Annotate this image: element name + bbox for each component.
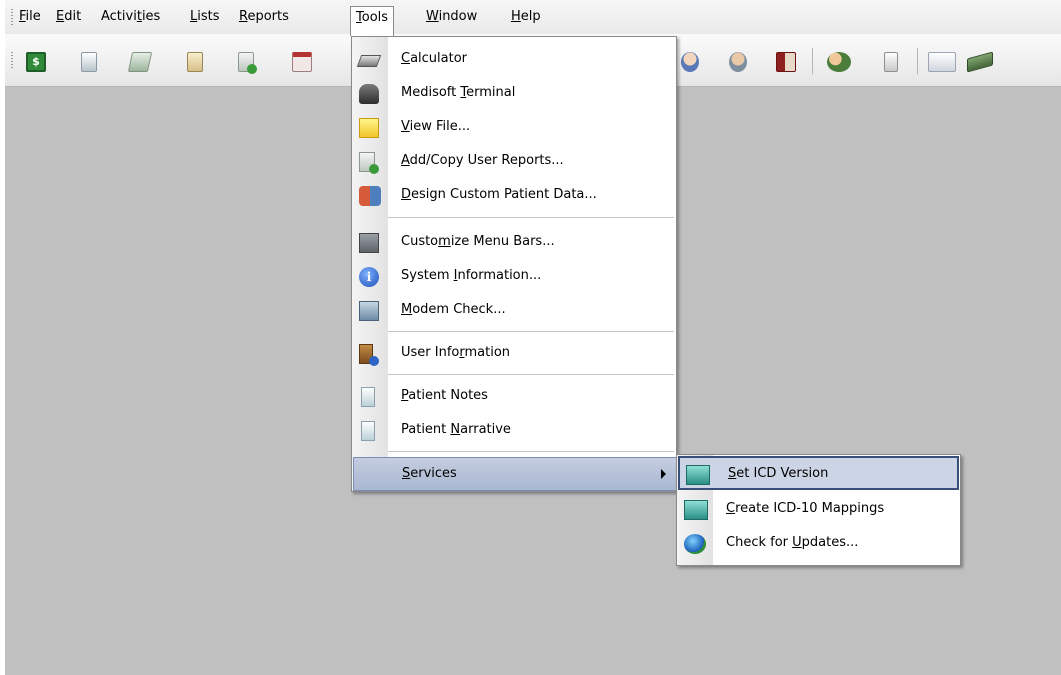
menu-separator: [388, 331, 674, 332]
appointment-icon[interactable]: [292, 52, 312, 72]
menu-item-label: Modem Check...: [401, 302, 506, 317]
user-report-icon[interactable]: [238, 52, 257, 74]
menu-bar-icon: [359, 233, 379, 253]
transaction-entry-icon[interactable]: $: [26, 52, 46, 72]
note-icon: [359, 118, 379, 138]
menu-item-customize-menu-bars[interactable]: Customize Menu Bars...: [352, 226, 676, 260]
menu-item-label: Add/Copy User Reports...: [401, 153, 564, 168]
menu-item-design-custom-patient-data[interactable]: Design Custom Patient Data...: [352, 179, 676, 213]
icd-version-icon: [686, 465, 710, 485]
patients-icon[interactable]: [827, 52, 851, 72]
menu-item-check-for-updates[interactable]: Check for Updates...: [678, 527, 959, 561]
notes-icon: [361, 387, 375, 407]
menu-activities[interactable]: Activities: [96, 6, 165, 28]
menu-item-label: Create ICD-10 Mappings: [726, 501, 885, 516]
tools-menu: Calculator Medisoft Terminal View File..…: [351, 36, 677, 492]
telephone-icon: [359, 84, 379, 104]
menu-item-label: Design Custom Patient Data...: [401, 187, 597, 202]
menu-item-label: Calculator: [401, 51, 468, 66]
report-add-icon: [359, 152, 379, 174]
menu-item-calculator[interactable]: Calculator: [352, 43, 676, 77]
menu-item-label: Set ICD Version: [728, 466, 829, 481]
menu-item-label: System Information...: [401, 268, 542, 283]
submenu-arrow-icon: [661, 469, 666, 479]
menu-item-create-icd10-mappings[interactable]: Create ICD-10 Mappings: [678, 493, 959, 527]
menu-item-label: Patient Narrative: [401, 422, 511, 437]
menu-item-modem-check[interactable]: Modem Check...: [352, 294, 676, 328]
modem-icon: [359, 301, 379, 321]
menu-item-label: Services: [402, 466, 457, 481]
menu-separator: [388, 451, 674, 452]
menu-item-services[interactable]: Services: [353, 457, 677, 491]
menu-item-medisoft-terminal[interactable]: Medisoft Terminal: [352, 77, 676, 111]
reports-icon[interactable]: [187, 52, 203, 72]
menu-item-label: Check for Updates...: [726, 535, 859, 550]
menu-edit[interactable]: Edit: [51, 6, 86, 28]
provider-icon[interactable]: [729, 52, 747, 72]
custom-patient-icon: [359, 186, 381, 206]
quick-ledger-icon[interactable]: [928, 52, 956, 72]
menu-bar: File Edit Activities Lists Reports Tools…: [5, 0, 1061, 36]
menu-window[interactable]: Window: [421, 6, 482, 28]
icd-mapping-icon: [684, 500, 708, 520]
menu-tools[interactable]: Tools: [350, 6, 395, 36]
menu-separator: [388, 217, 674, 218]
menu-item-set-icd-version[interactable]: Set ICD Version: [678, 456, 959, 490]
menu-item-patient-notes[interactable]: Patient Notes: [352, 380, 676, 414]
doctor-icon[interactable]: [681, 52, 699, 72]
toolbar-separator: [812, 48, 813, 74]
menu-item-label: Medisoft Terminal: [401, 85, 516, 100]
door-icon[interactable]: [884, 52, 898, 72]
globe-update-icon: [684, 534, 706, 554]
menu-reports[interactable]: Reports: [234, 6, 294, 28]
menu-help[interactable]: Help: [506, 6, 546, 28]
calculator-icon: [356, 55, 382, 67]
menu-item-label: Customize Menu Bars...: [401, 234, 555, 249]
menu-item-patient-narrative[interactable]: Patient Narrative: [352, 414, 676, 448]
info-icon: i: [359, 267, 379, 287]
toolbar-separator: [917, 48, 918, 74]
book-icon[interactable]: [776, 52, 796, 72]
payment-icon[interactable]: [967, 51, 993, 73]
menubar-grip[interactable]: [11, 9, 13, 27]
menu-item-label: User Information: [401, 345, 511, 360]
toolbar-grip[interactable]: [11, 52, 13, 70]
services-menu: Set ICD Version Create ICD-10 Mappings C…: [676, 454, 961, 566]
menu-item-add-copy-user-reports[interactable]: Add/Copy User Reports...: [352, 145, 676, 179]
menu-item-label: Patient Notes: [401, 388, 488, 403]
menu-separator: [388, 374, 674, 375]
menu-item-view-file[interactable]: View File...: [352, 111, 676, 145]
menu-lists[interactable]: Lists: [185, 6, 225, 28]
narrative-icon: [361, 421, 375, 441]
claim-icon[interactable]: [81, 52, 97, 72]
user-door-icon: [359, 344, 379, 366]
menu-item-system-information[interactable]: i System Information...: [352, 260, 676, 294]
menu-item-user-information[interactable]: User Information: [352, 337, 676, 371]
menu-item-label: View File...: [401, 119, 471, 134]
statement-icon[interactable]: [127, 52, 153, 72]
menu-file[interactable]: File: [14, 6, 46, 28]
